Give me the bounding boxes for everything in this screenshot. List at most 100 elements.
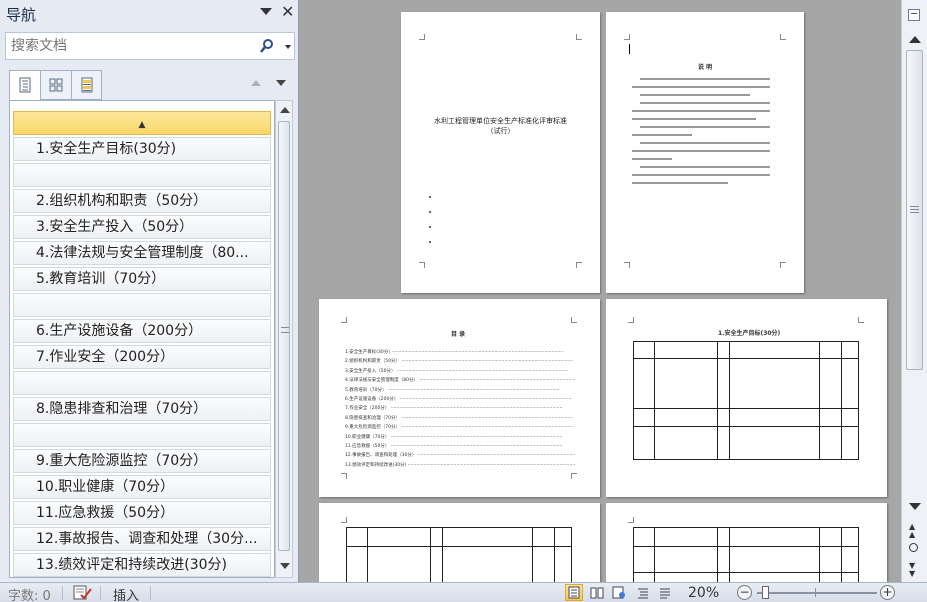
divider: [150, 586, 151, 600]
table-col-line: [717, 342, 718, 459]
crop-mark: [419, 34, 425, 40]
heading-item[interactable]: 13.绩效评定和持续改进(30分): [13, 553, 271, 577]
zoom-slider-center-mark: [815, 588, 816, 597]
scroll-down-icon[interactable]: [280, 563, 290, 569]
view-tabs: [9, 70, 102, 100]
heading-item-blank[interactable]: [13, 163, 271, 187]
outline-view-button[interactable]: [634, 584, 652, 601]
page-thumbnail-cover[interactable]: 水利工程管理单位安全生产标准化评审标准 （试行）: [401, 12, 600, 293]
grip-icon: [281, 327, 289, 333]
heading-item[interactable]: 1.安全生产目标(30分): [13, 137, 271, 161]
table-col-line: [841, 342, 842, 459]
full-screen-reading-view-button[interactable]: [588, 584, 606, 601]
zoom-slider-thumb[interactable]: [762, 586, 769, 599]
page-thumbnail-toc[interactable]: 目 录 1.安全生产目标(30分) ······················…: [319, 299, 600, 497]
browse-object-icon[interactable]: [909, 543, 918, 552]
nav-scroll-thumb[interactable]: [278, 121, 290, 551]
zoom-slider-track[interactable]: [757, 592, 877, 594]
search-icon[interactable]: [260, 38, 274, 54]
scroll-up-icon[interactable]: [909, 36, 921, 43]
crop-mark: [858, 317, 864, 323]
tab-pages[interactable]: [40, 70, 71, 100]
table-col-line: [729, 342, 730, 459]
heading-item-blank[interactable]: [13, 293, 271, 317]
heading-item[interactable]: 10.职业健康（70分）: [13, 475, 271, 499]
toc-item: 12.事故报告、调查和处理（30分） ·····················…: [345, 453, 575, 459]
text-line: [632, 158, 672, 160]
text-line: [640, 142, 770, 144]
table-row-line: [634, 546, 858, 547]
heading-item[interactable]: 4.法律法规与安全管理制度（80...: [13, 241, 271, 265]
crop-mark: [624, 34, 630, 40]
text-line: [640, 78, 770, 80]
heading-list: ▲ 1.安全生产目标(30分) 2.组织机构和职责（50分） 3.安全生产投入（…: [9, 100, 275, 578]
heading-item-blank[interactable]: [13, 371, 271, 395]
heading-item-blank[interactable]: [13, 423, 271, 447]
page-thumbnail-partial[interactable]: [319, 503, 600, 582]
crop-mark: [576, 262, 582, 268]
page-thumbnail-section1[interactable]: 1.安全生产目标(30分): [606, 299, 887, 497]
cover-subtitle: （试行）: [486, 127, 515, 135]
previous-result-icon[interactable]: [251, 80, 261, 86]
divider: [100, 586, 101, 600]
scroll-down-icon[interactable]: [909, 503, 921, 510]
web-layout-icon: [612, 586, 625, 599]
text-line: [640, 94, 750, 96]
heading-item[interactable]: 11.应急救援（50分）: [13, 501, 271, 525]
print-layout-view-button[interactable]: [565, 584, 583, 601]
web-layout-view-button[interactable]: [610, 584, 628, 601]
page-thumbnail-notes[interactable]: 说 明: [606, 12, 804, 293]
heading-item[interactable]: 6.生产设施设备（200分）: [13, 319, 271, 343]
criteria-table: [346, 527, 572, 582]
heading-item[interactable]: 3.安全生产投入（50分）: [13, 215, 271, 239]
word-count[interactable]: 字数: 0: [8, 585, 51, 602]
text-line: [632, 86, 770, 88]
zoom-level[interactable]: 20%: [688, 585, 719, 601]
heading-item[interactable]: 8.隐患排查和治理（70分）: [13, 397, 271, 421]
heading-item[interactable]: 12.事故报告、调查和处理（30分...: [13, 527, 271, 551]
ruler-icon[interactable]: [908, 9, 920, 21]
search-box: [5, 32, 295, 60]
table-col-line: [717, 528, 718, 582]
insert-mode-toggle[interactable]: 插入: [113, 585, 139, 602]
nav-pane-title: 导航: [6, 6, 37, 24]
toc-item: 13.绩效评定和持续改进(30分) ······················…: [345, 462, 575, 468]
text-mark: [429, 226, 431, 228]
proofing-icon[interactable]: [72, 585, 92, 600]
previous-page-icon[interactable]: ▲ ▲: [909, 523, 915, 539]
crop-mark: [341, 473, 347, 479]
zoom-in-button[interactable]: +: [880, 585, 895, 600]
text-line: [640, 166, 770, 168]
heading-collapse-item[interactable]: ▲: [13, 111, 271, 135]
thumbnails-view-icon: [49, 78, 63, 92]
crop-mark: [571, 317, 577, 323]
outline-icon: [638, 588, 648, 598]
collapse-icon: ▲: [138, 120, 146, 130]
heading-item[interactable]: 2.组织机构和职责（50分）: [13, 189, 271, 213]
tab-headings[interactable]: [9, 70, 40, 100]
next-page-icon[interactable]: ▼ ▼: [909, 562, 915, 578]
crop-mark: [576, 34, 582, 40]
heading-item[interactable]: 9.重大危险源监控（70分）: [13, 449, 271, 473]
scroll-up-icon[interactable]: [280, 107, 290, 113]
heading-item[interactable]: 7.作业安全（200分）: [13, 345, 271, 369]
zoom-out-button[interactable]: −: [737, 585, 752, 600]
search-options-chevron-down-icon[interactable]: [285, 45, 291, 49]
text-mark: [429, 211, 431, 213]
document-scroll-thumb[interactable]: [906, 50, 923, 370]
pane-options-chevron-down-icon[interactable]: [260, 8, 272, 15]
tab-results[interactable]: [71, 70, 102, 100]
next-result-icon[interactable]: [276, 80, 286, 86]
close-icon[interactable]: ✕: [281, 2, 294, 21]
nav-scrollbar[interactable]: [275, 100, 293, 578]
results-view-icon: [81, 77, 92, 93]
draft-view-button[interactable]: [656, 584, 674, 601]
document-area[interactable]: 水利工程管理单位安全生产标准化评审标准 （试行） 说 明 目 录 1.安全生产目…: [300, 0, 901, 582]
document-scrollbar[interactable]: ▲ ▲ ▼ ▼: [901, 0, 927, 582]
toc-item: 11.应急救援（50分） ···························…: [345, 444, 563, 449]
page-thumbnail-partial[interactable]: [606, 503, 887, 582]
heading-item[interactable]: 5.教育培训（70分）: [13, 267, 271, 291]
search-input[interactable]: [6, 33, 256, 59]
text-line: [632, 182, 728, 184]
headings-view-icon: [19, 77, 31, 93]
